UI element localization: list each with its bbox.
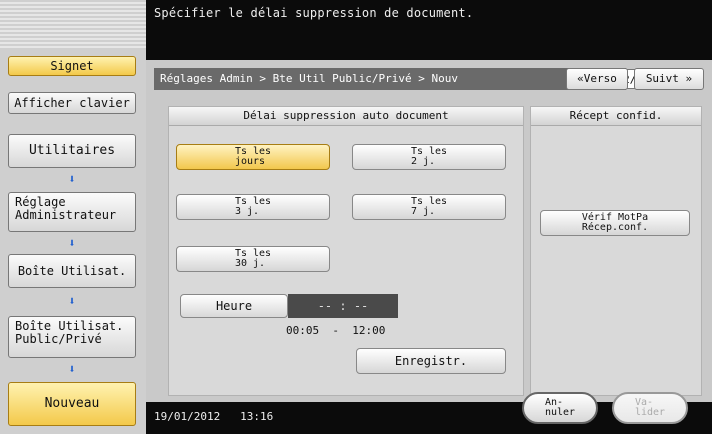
verif-motpa-button[interactable]: Vérif MotPa Récep.conf. — [540, 210, 690, 236]
signet-button[interactable]: Signet — [8, 56, 136, 76]
verif-label: Vérif MotPa Récep.conf. — [581, 212, 649, 233]
main-panel: Réglages Admin > Bte Util Public/Privé >… — [146, 60, 712, 434]
down-arrow-icon: ⬇ — [68, 172, 76, 186]
valider-button[interactable]: Va- lider — [612, 392, 688, 424]
heure-field[interactable]: -- : -- — [288, 294, 398, 318]
valider-label: Va- lider — [634, 397, 666, 418]
option-label: Ts les 3 j. — [234, 196, 272, 217]
option-label: Ts les 7 j. — [410, 196, 448, 217]
message-bar: Spécifier le délai suppression de docume… — [146, 0, 712, 60]
option-label: Ts les jours — [234, 146, 272, 167]
heure-button[interactable]: Heure — [180, 294, 288, 318]
option-ts-les-jours[interactable]: Ts les jours — [176, 144, 330, 170]
datetime: 19/01/2012 13:16 — [154, 410, 274, 423]
afficher-clavier-button[interactable]: Afficher clavier — [8, 92, 136, 114]
sidebar-item-utilitaires[interactable]: Utilitaires — [8, 134, 136, 168]
option-ts-les-30j[interactable]: Ts les 30 j. — [176, 246, 330, 272]
delai-panel-title: Délai suppression auto document — [169, 107, 523, 126]
recept-panel-title: Récept confid. — [531, 107, 701, 126]
suivt-nav-button[interactable]: Suivt » — [634, 68, 704, 90]
option-ts-les-7j[interactable]: Ts les 7 j. — [352, 194, 506, 220]
down-arrow-icon: ⬇ — [68, 362, 76, 376]
option-ts-les-3j[interactable]: Ts les 3 j. — [176, 194, 330, 220]
annuler-button[interactable]: An- nuler — [522, 392, 598, 424]
nouveau-button[interactable]: Nouveau — [8, 382, 136, 426]
sidebar-item-boite-utilisat[interactable]: Boîte Utilisat. — [8, 254, 136, 288]
option-label: Ts les 2 j. — [410, 146, 448, 167]
sidebar-lines — [0, 0, 146, 48]
verso-nav-button[interactable]: «Verso — [566, 68, 628, 90]
breadcrumb: Réglages Admin > Bte Util Public/Privé >… — [154, 68, 626, 90]
time-range: 00:05 - 12:00 — [286, 324, 386, 337]
sidebar-item-reglage-administrateur[interactable]: Réglage Administrateur — [8, 192, 136, 232]
sidebar-item-boite-public-prive[interactable]: Boîte Utilisat. Public/Privé — [8, 316, 136, 358]
down-arrow-icon: ⬇ — [68, 236, 76, 250]
option-ts-les-2j[interactable]: Ts les 2 j. — [352, 144, 506, 170]
instruction-text: Spécifier le délai suppression de docume… — [154, 6, 474, 20]
annuler-label: An- nuler — [544, 397, 576, 418]
down-arrow-icon: ⬇ — [68, 294, 76, 308]
sidebar: Signet Afficher clavier Utilitaires ⬇ Ré… — [0, 0, 146, 434]
enregistr-button[interactable]: Enregistr. — [356, 348, 506, 374]
option-label: Ts les 30 j. — [234, 248, 272, 269]
recept-panel: Récept confid. — [530, 106, 702, 396]
